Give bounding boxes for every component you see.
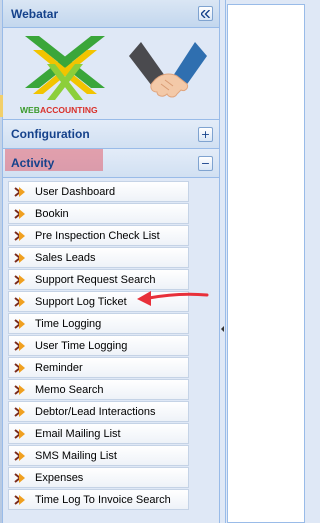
- menu-item-label: Support Request Search: [35, 273, 156, 286]
- menu-item-email-mailing-list[interactable]: Email Mailing List: [8, 423, 189, 444]
- arrow-bullet-icon: [14, 186, 25, 197]
- webaccounting-logo: WEB ACCOUNTING: [20, 36, 105, 115]
- menu-item-label: Support Log Ticket: [35, 295, 127, 308]
- arrow-bullet-icon: [14, 428, 25, 439]
- panel-header: Webatar: [3, 0, 219, 28]
- arrow-bullet-icon: [14, 208, 25, 219]
- menu-item-label: User Dashboard: [35, 185, 116, 198]
- menu-item-bookin[interactable]: Bookin: [8, 203, 189, 224]
- double-chevron-left-icon: [201, 9, 210, 18]
- arrow-bullet-icon: [14, 384, 25, 395]
- arrow-bullet-icon: [14, 274, 25, 285]
- menu-item-support-log-ticket[interactable]: Support Log Ticket: [8, 291, 189, 312]
- menu-item-sales-leads[interactable]: Sales Leads: [8, 247, 189, 268]
- menu-item-time-log-to-invoice-search[interactable]: Time Log To Invoice Search: [8, 489, 189, 510]
- arrow-bullet-icon: [14, 252, 25, 263]
- menu-item-label: Time Logging: [35, 317, 102, 330]
- splitter-collapse-icon[interactable]: [221, 326, 224, 332]
- activity-section-header[interactable]: Activity −: [3, 149, 219, 178]
- logo-area: WEB ACCOUNTING: [3, 28, 219, 120]
- svg-text:ACCOUNTING: ACCOUNTING: [40, 105, 98, 115]
- menu-item-label: Reminder: [35, 361, 83, 374]
- arrow-bullet-icon: [14, 494, 25, 505]
- arrow-bullet-icon: [14, 362, 25, 373]
- menu-item-label: SMS Mailing List: [35, 449, 117, 462]
- arrow-bullet-icon: [14, 230, 25, 241]
- menu-item-reminder[interactable]: Reminder: [8, 357, 189, 378]
- menu-item-pre-inspection-check-list[interactable]: Pre Inspection Check List: [8, 225, 189, 246]
- arrow-bullet-icon: [14, 472, 25, 483]
- menu-item-label: Memo Search: [35, 383, 104, 396]
- arrow-bullet-icon: [14, 318, 25, 329]
- menu-item-label: User Time Logging: [35, 339, 128, 352]
- menu-item-label: Debtor/Lead Interactions: [35, 405, 156, 418]
- menu-item-debtor-lead-interactions[interactable]: Debtor/Lead Interactions: [8, 401, 189, 422]
- navigation-panel: Webatar WEB ACCOUNTING Configuration + A…: [3, 0, 220, 523]
- menu-item-label: Sales Leads: [35, 251, 96, 264]
- menu-item-user-dashboard[interactable]: User Dashboard: [8, 181, 189, 202]
- menu-item-user-time-logging[interactable]: User Time Logging: [8, 335, 189, 356]
- configuration-label: Configuration: [11, 127, 90, 141]
- activity-menu: User Dashboard Bookin Pre Inspection Check…: [3, 178, 219, 510]
- panel-splitter[interactable]: [220, 0, 226, 523]
- menu-item-label: Pre Inspection Check List: [35, 229, 160, 242]
- menu-item-label: Email Mailing List: [35, 427, 121, 440]
- arrow-bullet-icon: [14, 450, 25, 461]
- collapse-panel-button[interactable]: [198, 6, 213, 21]
- arrow-bullet-icon: [14, 340, 25, 351]
- arrow-bullet-icon: [14, 406, 25, 417]
- menu-item-sms-mailing-list[interactable]: SMS Mailing List: [8, 445, 189, 466]
- panel-title: Webatar: [11, 6, 59, 21]
- menu-item-label: Time Log To Invoice Search: [35, 493, 171, 506]
- main-content-area: [227, 4, 305, 523]
- menu-item-memo-search[interactable]: Memo Search: [8, 379, 189, 400]
- menu-item-time-logging[interactable]: Time Logging: [8, 313, 189, 334]
- activity-label: Activity: [11, 156, 55, 170]
- menu-item-expenses[interactable]: Expenses: [8, 467, 189, 488]
- menu-item-label: Bookin: [35, 207, 69, 220]
- arrow-bullet-icon: [14, 296, 25, 307]
- menu-item-support-request-search[interactable]: Support Request Search: [8, 269, 189, 290]
- collapse-activity-button[interactable]: −: [198, 155, 213, 171]
- menu-item-label: Expenses: [35, 471, 84, 484]
- svg-text:WEB: WEB: [20, 105, 40, 115]
- configuration-section-header[interactable]: Configuration +: [3, 120, 219, 149]
- expand-configuration-button[interactable]: +: [198, 126, 213, 142]
- handshake-icon: [129, 42, 207, 98]
